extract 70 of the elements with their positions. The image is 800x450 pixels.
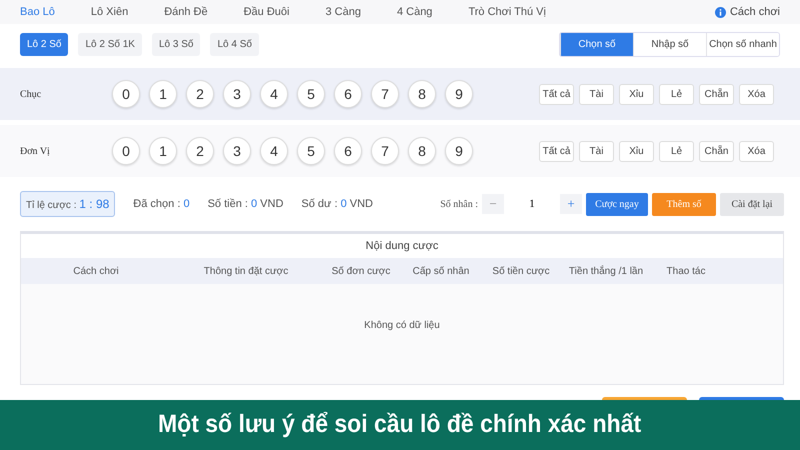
sub-tab[interactable]: Lô 4 Số: [210, 32, 259, 56]
digit-ball[interactable]: 8: [408, 80, 436, 108]
digit-ball[interactable]: 6: [334, 137, 362, 165]
multiplier-field[interactable]: 1: [504, 194, 560, 214]
help-link[interactable]: Cách chơi: [714, 4, 780, 20]
sub-tab[interactable]: Lô 2 Số: [20, 32, 68, 56]
stat-text: Số dư : 0 VND: [301, 196, 373, 212]
tab[interactable]: Lô Xiên: [90, 0, 128, 24]
column-header: Số tiền cược: [491, 264, 551, 278]
tab[interactable]: 3 Càng: [325, 0, 361, 24]
column-header: Số đơn cược: [330, 264, 392, 278]
caption-text: Một số lưu ý để soi cầu lô đề chính xác nhất: [158, 409, 642, 440]
digit-ball[interactable]: 1: [149, 80, 177, 108]
digit-ball[interactable]: 5: [297, 80, 325, 108]
tab[interactable]: Đánh Đề: [164, 0, 208, 24]
digit-ball[interactable]: 0: [112, 137, 140, 165]
digit-ball[interactable]: 5: [297, 137, 325, 165]
tab[interactable]: Trò Chơi Thú Vị: [468, 0, 546, 24]
row-label: Chục: [20, 88, 42, 102]
quick-select-button[interactable]: Xóa: [739, 84, 774, 104]
quick-select-button[interactable]: Tài: [579, 84, 614, 104]
digit-ball[interactable]: 3: [223, 80, 251, 108]
quick-select-button[interactable]: Tất cả: [539, 84, 574, 104]
quick-select-button[interactable]: Tài: [579, 140, 614, 162]
sub-tab[interactable]: Lô 2 Số 1K: [78, 32, 142, 56]
digit-ball[interactable]: 0: [112, 80, 140, 108]
footer-button[interactable]: [602, 397, 687, 400]
footer-button[interactable]: [699, 397, 784, 400]
quick-select-button[interactable]: Xỉu: [619, 84, 654, 104]
digit-ball[interactable]: 6: [334, 80, 362, 108]
tab[interactable]: Đầu Đuôi: [244, 0, 290, 24]
quick-select-button[interactable]: Lẻ: [659, 140, 694, 162]
mode-tab[interactable]: Chọn số nhanh: [706, 32, 779, 56]
increment-button[interactable]: +: [560, 194, 582, 214]
empty-message: Không có dữ liệu: [363, 319, 441, 333]
digit-ball[interactable]: 9: [445, 80, 473, 108]
digit-ball[interactable]: 1: [149, 137, 177, 165]
digit-ball[interactable]: 7: [371, 137, 399, 165]
column-header: Cấp số nhân: [412, 264, 470, 278]
column-header: Thông tin đặt cược: [202, 264, 290, 278]
sub-tab[interactable]: Lô 3 Số: [152, 32, 200, 56]
tab[interactable]: Bao Lô: [20, 0, 55, 24]
quick-select-button[interactable]: Xỉu: [619, 140, 654, 162]
quick-select-button[interactable]: Xóa: [739, 140, 774, 162]
digit-ball[interactable]: 3: [223, 137, 251, 165]
digit-ball[interactable]: 2: [186, 80, 214, 108]
quick-select-button[interactable]: Tất cả: [539, 140, 574, 162]
quick-select-button[interactable]: Chẵn: [699, 84, 734, 104]
digit-ball[interactable]: 8: [408, 137, 436, 165]
column-header: Cách chơi: [72, 264, 120, 278]
table-title: Nội dung cược: [21, 234, 783, 258]
stat-text: Số tiền : 0 VND: [208, 196, 284, 212]
info-icon: [714, 6, 726, 18]
action-button[interactable]: Cài đặt lại: [720, 192, 784, 216]
digit-ball[interactable]: 2: [186, 137, 214, 165]
digit-ball[interactable]: 7: [371, 80, 399, 108]
multiplier-label: Số nhân :: [440, 198, 478, 212]
quick-select-button[interactable]: Lẻ: [659, 84, 694, 104]
column-header: Thao tác: [666, 264, 706, 278]
action-button[interactable]: Cược ngay: [586, 192, 648, 216]
row-label: Đơn Vị: [20, 144, 51, 158]
tab[interactable]: 4 Càng: [396, 0, 432, 24]
mode-tab[interactable]: Chọn số: [560, 32, 633, 56]
stat-text: Đã chọn : 0: [133, 196, 190, 212]
digit-ball[interactable]: 4: [260, 137, 288, 165]
column-header: Tiền thắng /1 lần: [568, 264, 644, 278]
odds-label: Tỉ lệ cược : 1 : 98: [20, 191, 116, 217]
digit-ball[interactable]: 4: [260, 80, 288, 108]
digit-ball[interactable]: 9: [445, 137, 473, 165]
quick-select-button[interactable]: Chẵn: [699, 140, 734, 162]
